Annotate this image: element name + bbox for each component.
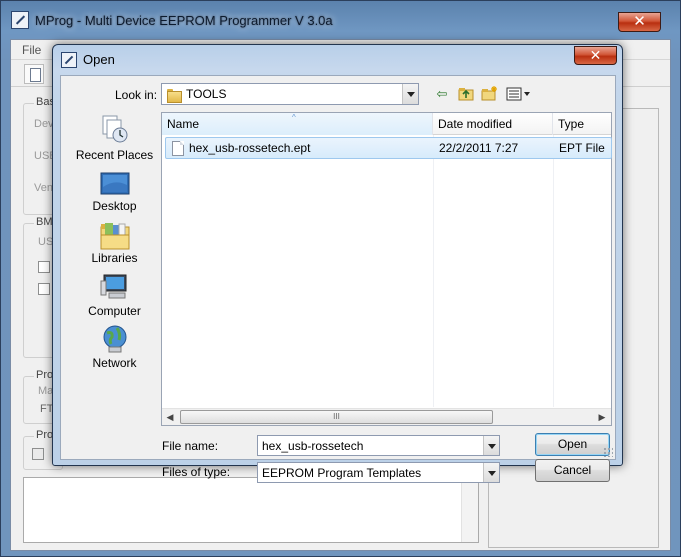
column-name-label: Name (167, 117, 200, 131)
place-network[interactable]: Network (68, 324, 161, 374)
checkbox[interactable] (32, 448, 44, 460)
log-scrollbar[interactable] (461, 478, 478, 542)
place-desktop[interactable]: Desktop (68, 169, 161, 219)
desktop-label: Desktop (92, 199, 137, 213)
network-label: Network (92, 356, 137, 370)
place-libraries[interactable]: Libraries (68, 221, 161, 271)
checkbox[interactable] (38, 261, 50, 273)
dialog-body: Look in: TOOLS ⇦ Recent Places Desktop L… (60, 75, 616, 483)
column-header-date[interactable]: Date modified (433, 113, 553, 135)
recent-places-icon (102, 115, 128, 143)
computer-label: Computer (88, 304, 141, 318)
look-in-value: TOOLS (186, 87, 227, 101)
dialog-app-icon (61, 52, 77, 68)
file-date-cell: 22/2/2011 7:27 (439, 141, 519, 155)
file-name-value: hex_usb-rossetech (262, 439, 364, 453)
places-bar: Recent Places Desktop Libraries Computer… (68, 114, 161, 414)
place-recent-places[interactable]: Recent Places (68, 114, 161, 164)
cancel-button[interactable]: Cancel (535, 459, 610, 482)
column-header-type[interactable]: Type (553, 113, 613, 135)
horizontal-scrollbar[interactable]: ◀ III ▶ (162, 408, 611, 425)
network-icon (103, 325, 127, 353)
file-name-input[interactable]: hex_usb-rossetech (257, 435, 500, 456)
column-guide (553, 135, 554, 407)
file-name-cell: hex_usb-rossetech.ept (189, 141, 311, 155)
file-type-label: Files of type: (162, 465, 231, 479)
usb-sub-label: US (38, 236, 54, 248)
file-icon (172, 141, 184, 156)
resize-grip-icon[interactable] (603, 447, 613, 457)
main-window-title: MProg - Multi Device EEPROM Programmer V… (35, 13, 333, 28)
view-menu-icon[interactable] (504, 84, 532, 104)
file-type-value: EEPROM Program Templates (262, 466, 422, 480)
libraries-label: Libraries (91, 251, 138, 265)
log-textbox[interactable] (23, 477, 479, 543)
vendor-label: Ven (34, 182, 53, 194)
device-label: Dev (34, 118, 54, 130)
back-arrow-icon[interactable]: ⇦ (432, 84, 452, 104)
checkbox[interactable] (38, 283, 50, 295)
column-date-label: Date modified (438, 117, 513, 131)
new-document-icon[interactable] (24, 64, 44, 84)
file-type-select[interactable]: EEPROM Program Templates (257, 462, 500, 483)
sort-caret-icon: ^ (292, 113, 296, 122)
look-in-label: Look in: (115, 88, 158, 102)
file-list[interactable]: ^ Name Date modified Type hex_usb-rosset… (161, 112, 612, 426)
desktop-icon (100, 172, 130, 195)
libraries-icon (100, 223, 130, 250)
column-type-label: Type (558, 117, 585, 131)
file-list-header: ^ Name Date modified Type (162, 113, 611, 135)
dialog-title: Open (83, 52, 115, 67)
computer-icon (100, 274, 127, 299)
up-folder-icon[interactable] (456, 84, 476, 104)
file-type-cell: EPT File (559, 141, 605, 155)
dialog-close-button[interactable]: ✕ (574, 46, 617, 65)
column-header-name[interactable]: ^ Name (162, 113, 433, 135)
file-name-label: File name: (162, 439, 219, 453)
manufacturer-label: Ma (38, 385, 54, 397)
chevron-down-icon[interactable] (483, 436, 499, 455)
app-icon (11, 11, 29, 29)
menu-file[interactable]: File (22, 43, 41, 57)
chevron-down-icon[interactable] (483, 463, 499, 482)
main-close-button[interactable]: ✕ (618, 12, 661, 32)
scroll-right-icon[interactable]: ▶ (597, 412, 607, 422)
open-button[interactable]: Open (535, 433, 610, 456)
chevron-down-icon[interactable] (402, 84, 418, 104)
column-guide (433, 135, 434, 407)
folder-icon (167, 87, 182, 103)
file-row[interactable]: hex_usb-rossetech.ept 22/2/2011 7:27 EPT… (165, 137, 612, 159)
scroll-left-icon[interactable]: ◀ (165, 412, 175, 422)
recent-places-label: Recent Places (75, 148, 154, 162)
look-in-combo[interactable]: TOOLS (161, 83, 419, 105)
open-dialog: Open ✕ Look in: TOOLS ⇦ Recent Places De… (52, 44, 623, 483)
place-computer[interactable]: Computer (68, 272, 161, 322)
scroll-thumb[interactable]: III (180, 410, 493, 424)
new-folder-icon[interactable] (479, 84, 499, 104)
